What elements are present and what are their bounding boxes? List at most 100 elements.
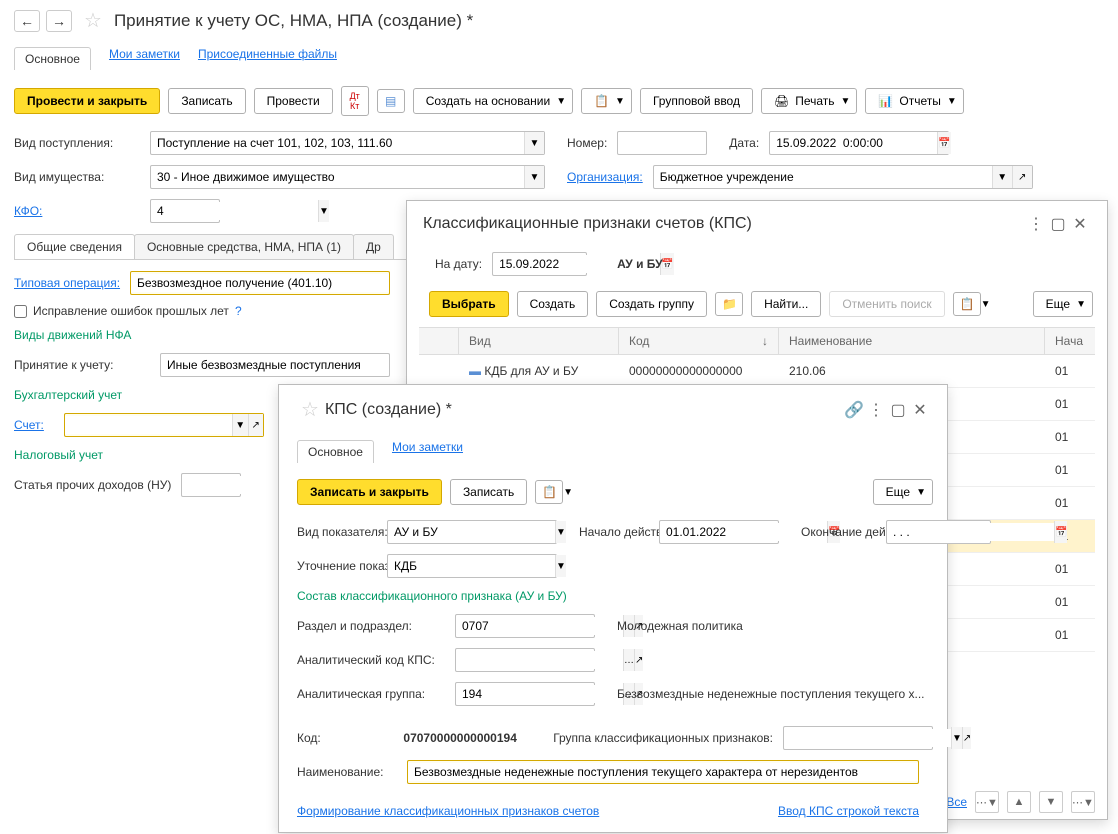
kps-find-button[interactable]: Найти... [751, 291, 821, 317]
print-button[interactable]: 🖨 Печать▼ [761, 88, 857, 114]
first-page-icon[interactable]: ⋯▼ [975, 791, 999, 813]
col-start[interactable]: Нача [1045, 328, 1095, 354]
class-group-dropdown[interactable]: ▼ [951, 727, 962, 749]
kps-more2-button[interactable]: Еще▼ [873, 479, 933, 505]
kps-create-group-button[interactable]: Создать группу [596, 291, 707, 317]
back-button[interactable]: ← [14, 10, 40, 32]
kps-create-title: КПС (создание) * [325, 401, 452, 419]
all-link[interactable]: Все [946, 795, 967, 809]
composition-header: Состав классификационного признака (АУ и… [279, 583, 947, 609]
date-input[interactable] [770, 134, 937, 152]
section-desc: Молодежная политика [617, 619, 743, 633]
number-input[interactable] [617, 131, 707, 155]
org-open[interactable]: ↗ [1012, 166, 1032, 188]
property-type-input[interactable] [151, 168, 524, 186]
class-group-open[interactable]: ↗ [962, 727, 971, 749]
org-dropdown[interactable]: ▼ [992, 166, 1012, 188]
kps-create-close-icon[interactable]: ✕ [909, 399, 931, 421]
kps-create-link-icon[interactable]: 🔗 [843, 399, 865, 421]
kps-copy-button[interactable]: 📋▼ [953, 292, 981, 316]
tab-notes[interactable]: Мои заметки [109, 47, 180, 70]
receipt-type-input[interactable] [151, 134, 524, 152]
date-picker[interactable]: 📅 [937, 132, 950, 154]
org-label[interactable]: Организация: [567, 170, 643, 184]
refine-dropdown[interactable]: ▼ [555, 555, 566, 577]
list-icon[interactable]: ▤ [377, 89, 405, 113]
acceptance-input[interactable] [161, 356, 389, 374]
last-page-icon[interactable]: ⋯▼ [1071, 791, 1095, 813]
kfo-dropdown[interactable]: ▼ [318, 200, 329, 222]
kps-cancel-find-button[interactable]: Отменить поиск [829, 291, 944, 317]
analytic-code-pick[interactable]: … [623, 649, 634, 671]
input-link[interactable]: Ввод КПС строкой текста [778, 804, 919, 818]
kps-list-close-icon[interactable]: ✕ [1069, 213, 1091, 235]
create-based-button[interactable]: Создать на основании▼ [413, 88, 573, 114]
acceptance-label: Принятие к учету: [14, 358, 150, 372]
kps-folder-icon[interactable]: 📁 [715, 292, 743, 316]
end-input[interactable] [887, 523, 1054, 541]
kps-list-maximize-icon[interactable]: ▢ [1047, 213, 1069, 235]
tax-article-label: Статья прочих доходов (НУ) [14, 478, 171, 492]
report-icon: 📊 [878, 94, 893, 108]
account-open[interactable]: ↗ [248, 414, 264, 436]
kps-more-button[interactable]: Еще▼ [1033, 291, 1093, 317]
account-dropdown[interactable]: ▼ [232, 414, 248, 436]
section-input[interactable] [456, 617, 623, 635]
col-type[interactable]: Вид [459, 328, 619, 354]
row-down-icon[interactable]: ▼ [1039, 791, 1063, 813]
kps-create-button[interactable]: Создать [517, 291, 589, 317]
section-tab-general[interactable]: Общие сведения [14, 234, 135, 259]
kfo-label[interactable]: КФО: [14, 204, 140, 218]
section-tab-other[interactable]: Др [353, 234, 394, 259]
star-icon[interactable]: ☆ [84, 8, 102, 33]
write-button[interactable]: Записать [168, 88, 245, 114]
date-label: Дата: [729, 136, 759, 150]
kps-write-button[interactable]: Записать [450, 479, 527, 505]
account-input[interactable] [65, 416, 232, 434]
kps-tab-notes[interactable]: Мои заметки [392, 440, 463, 463]
class-group-input[interactable] [784, 729, 951, 747]
error-fix-checkbox[interactable] [14, 305, 27, 318]
org-input[interactable] [654, 168, 992, 186]
kps-create-panel: ☆ КПС (создание) * 🔗 ⋮ ▢ ✕ Основное Мои … [278, 384, 948, 833]
kps-create-star-icon[interactable]: ☆ [301, 397, 319, 422]
end-picker[interactable]: 📅 [1054, 521, 1067, 543]
col-code[interactable]: Код ↓ [619, 328, 779, 354]
forward-button[interactable]: → [46, 10, 72, 32]
group-input-button[interactable]: Групповой ввод [640, 88, 753, 114]
kps-create-maximize-icon[interactable]: ▢ [887, 399, 909, 421]
execute-close-button[interactable]: Провести и закрыть [14, 88, 160, 114]
tab-attached[interactable]: Присоединенные файлы [198, 47, 337, 70]
copy-button[interactable]: 📋▼ [581, 88, 632, 114]
kfo-input[interactable] [151, 202, 318, 220]
kps-create-menu-icon[interactable]: ⋮ [865, 399, 887, 421]
dt-kt-icon[interactable]: ДтКт [341, 86, 369, 116]
type-label: Вид показателя: [297, 525, 377, 539]
col-name[interactable]: Наименование [779, 328, 1045, 354]
property-type-dropdown[interactable]: ▼ [524, 166, 544, 188]
analytic-group-input[interactable] [456, 685, 623, 703]
receipt-type-dropdown[interactable]: ▼ [524, 132, 544, 154]
kps-select-button[interactable]: Выбрать [429, 291, 509, 317]
account-label[interactable]: Счет: [14, 418, 54, 432]
analytic-code-open[interactable]: ↗ [634, 649, 643, 671]
section-tab-assets[interactable]: Основные средства, НМА, НПА (1) [134, 234, 354, 259]
kps-list-menu-icon[interactable]: ⋮ [1025, 213, 1047, 235]
refine-input[interactable] [388, 557, 555, 575]
kps-write-close-button[interactable]: Записать и закрыть [297, 479, 442, 505]
code-value: 07070000000000194 [403, 731, 543, 745]
row-up-icon[interactable]: ▲ [1007, 791, 1031, 813]
tab-main[interactable]: Основное [14, 47, 91, 70]
analytic-code-input[interactable] [456, 651, 623, 669]
typical-op-label[interactable]: Типовая операция: [14, 276, 120, 290]
typical-op-input[interactable] [131, 274, 389, 292]
type-input[interactable] [388, 523, 555, 541]
help-icon[interactable]: ? [235, 304, 242, 318]
reports-button[interactable]: 📊 Отчеты▼ [865, 88, 963, 114]
kps-tab-main[interactable]: Основное [297, 440, 374, 463]
kps-copy2-button[interactable]: 📋▼ [535, 480, 563, 504]
execute-button[interactable]: Провести [254, 88, 333, 114]
type-dropdown[interactable]: ▼ [555, 521, 566, 543]
form-link[interactable]: Формирование классификационных признаков… [297, 804, 599, 818]
name-input[interactable] [408, 763, 918, 781]
